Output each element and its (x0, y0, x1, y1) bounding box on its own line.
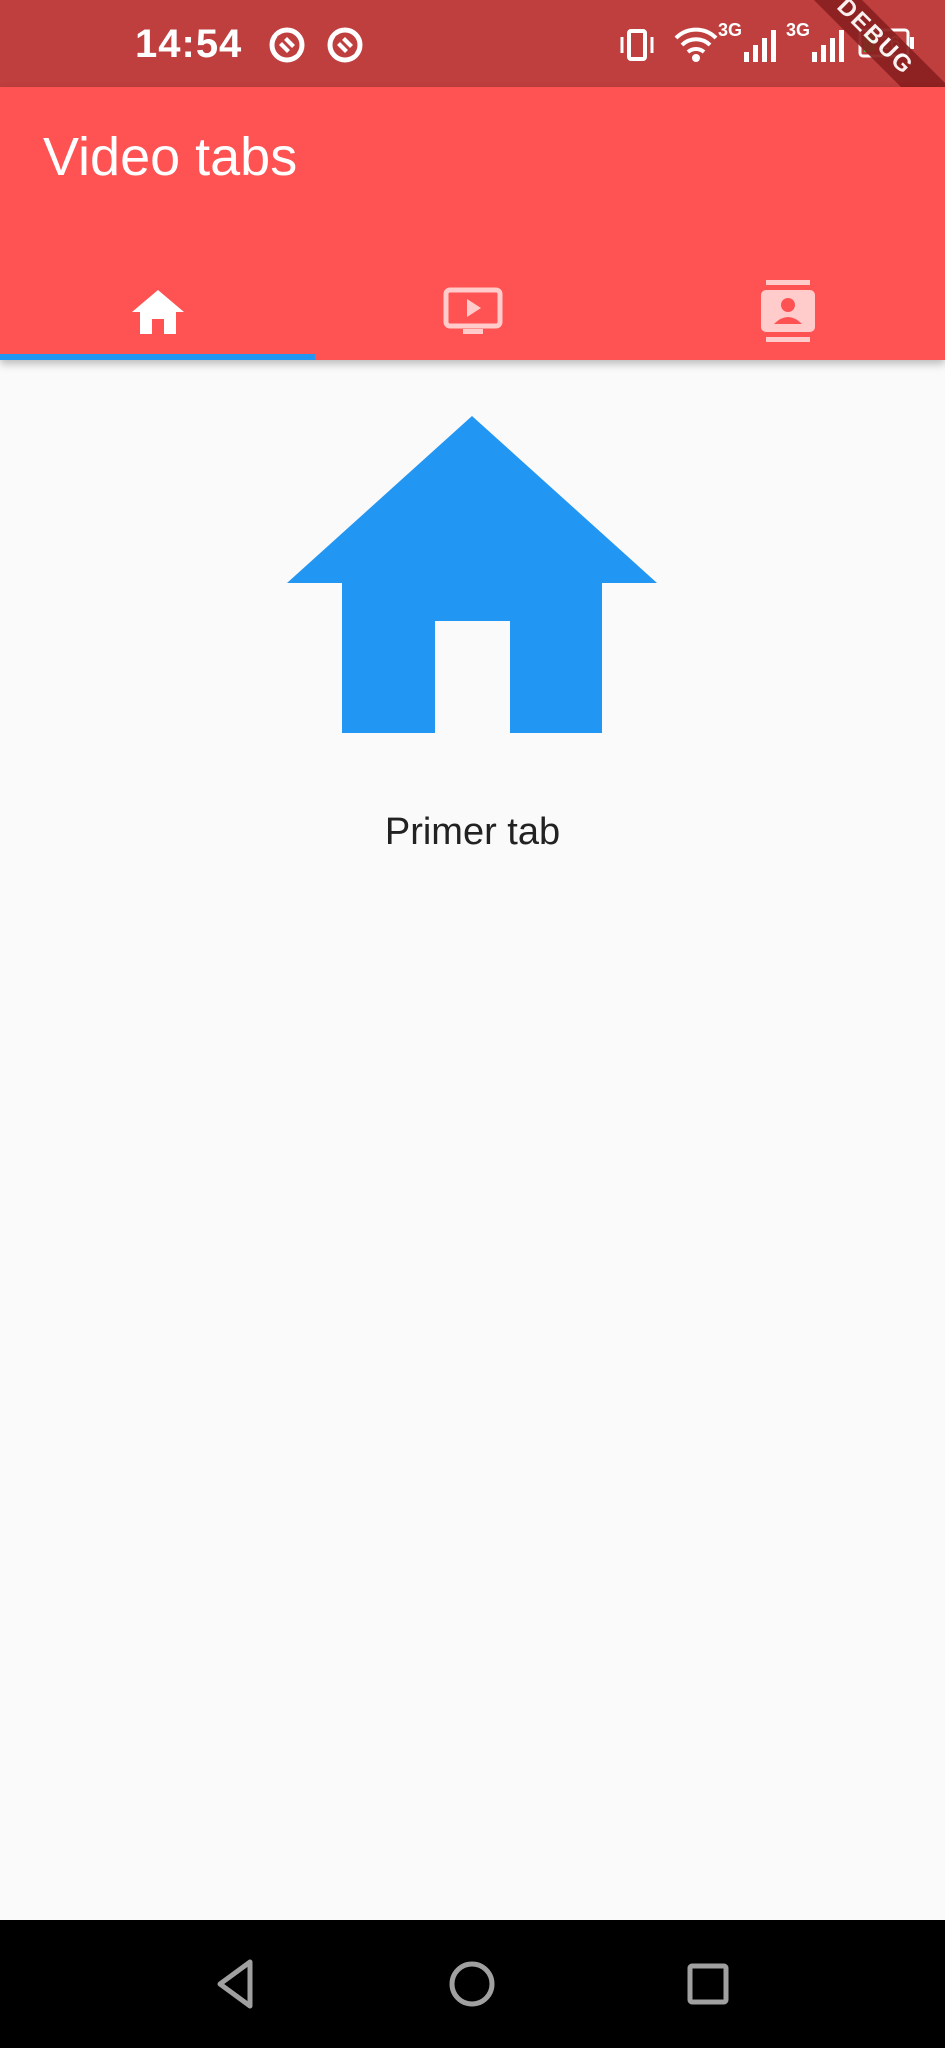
tab-contacts[interactable] (630, 264, 945, 360)
signal-icon (744, 30, 776, 62)
tab-label-text: Primer tab (384, 811, 561, 853)
network-type-2: 3G (786, 20, 811, 40)
system-nav-bar (0, 1920, 945, 2048)
no-disturb-icon (327, 27, 363, 63)
vibrate-icon (620, 29, 654, 61)
status-time: 14:54 (135, 22, 243, 66)
tab-video[interactable] (315, 264, 630, 360)
recents-icon[interactable] (678, 1954, 738, 2014)
home-icon (287, 416, 657, 733)
tab-home[interactable] (0, 264, 315, 360)
home-circle-icon[interactable] (442, 1954, 502, 2014)
network-type-1: 3G (718, 20, 743, 40)
tab-bar (0, 264, 945, 360)
screen: 14:54 3G 3G DEBUG Video tabs Primer tab (0, 0, 945, 2048)
tv-play-icon (443, 287, 502, 334)
signal-icon (812, 30, 844, 62)
no-disturb-icon (269, 27, 305, 63)
page-title: Video tabs (43, 127, 298, 187)
status-bar: 14:54 3G 3G DEBUG (0, 0, 945, 141)
tab-content: Primer tab (0, 360, 945, 1920)
contact-card-icon (760, 280, 815, 342)
app-bar: Video tabs (0, 87, 945, 360)
wifi-icon (674, 27, 718, 62)
home-icon (131, 290, 184, 334)
back-icon[interactable] (206, 1954, 266, 2014)
